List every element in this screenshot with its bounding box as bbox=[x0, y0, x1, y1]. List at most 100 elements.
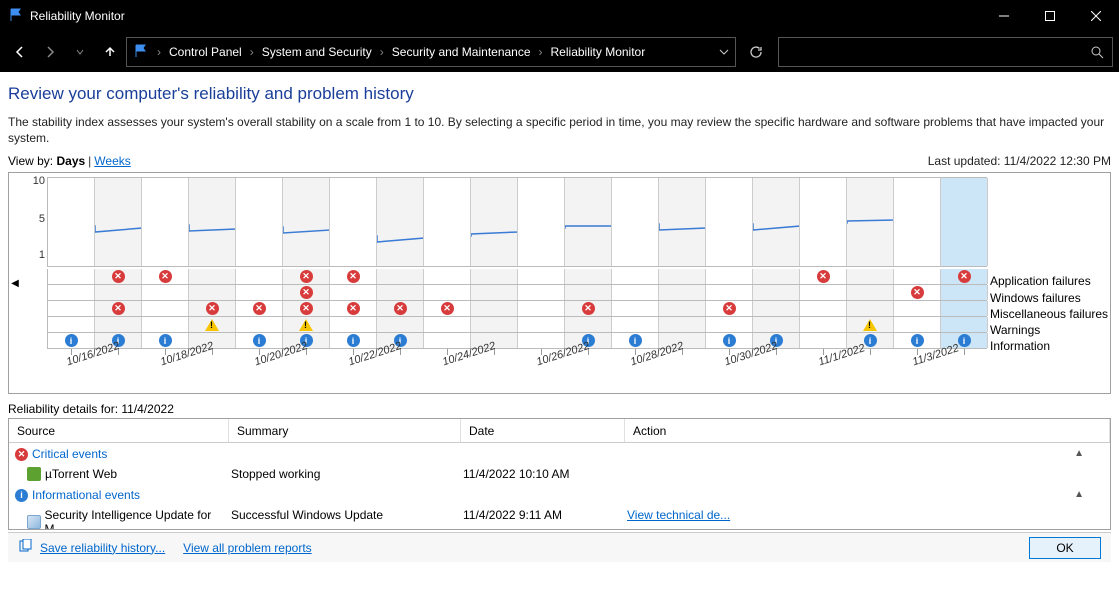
address-bar[interactable]: › Control Panel › System and Security › … bbox=[126, 37, 736, 67]
event-cell[interactable] bbox=[565, 317, 612, 332]
event-cell[interactable] bbox=[424, 269, 471, 284]
scroll-left-button[interactable]: ◀ bbox=[9, 173, 21, 393]
chart-column[interactable] bbox=[659, 178, 706, 266]
event-cell[interactable] bbox=[612, 269, 659, 284]
event-cell[interactable] bbox=[283, 317, 330, 332]
up-button[interactable] bbox=[96, 38, 124, 66]
event-cell[interactable]: i bbox=[894, 333, 941, 348]
chart-column[interactable] bbox=[471, 178, 518, 266]
event-cell[interactable]: ✕ bbox=[941, 269, 988, 284]
chart-column[interactable] bbox=[424, 178, 471, 266]
event-cell[interactable] bbox=[565, 285, 612, 300]
chart-column[interactable] bbox=[800, 178, 847, 266]
event-cell[interactable] bbox=[706, 269, 753, 284]
chevron-right-icon[interactable]: › bbox=[537, 45, 545, 59]
chart-column[interactable] bbox=[753, 178, 800, 266]
event-cell[interactable]: ✕ bbox=[330, 269, 377, 284]
event-cell[interactable] bbox=[377, 285, 424, 300]
event-cell[interactable] bbox=[659, 285, 706, 300]
event-cell[interactable]: ✕ bbox=[424, 301, 471, 316]
event-cell[interactable] bbox=[95, 285, 142, 300]
event-cell[interactable]: ✕ bbox=[283, 285, 330, 300]
recent-dropdown[interactable] bbox=[66, 38, 94, 66]
event-cell[interactable]: i bbox=[142, 333, 189, 348]
event-cell[interactable] bbox=[565, 269, 612, 284]
event-cell[interactable] bbox=[753, 269, 800, 284]
event-cell[interactable] bbox=[941, 285, 988, 300]
event-cell[interactable] bbox=[800, 317, 847, 332]
event-cell[interactable] bbox=[471, 301, 518, 316]
event-cell[interactable] bbox=[142, 285, 189, 300]
event-cell[interactable] bbox=[189, 285, 236, 300]
close-button[interactable] bbox=[1073, 0, 1119, 32]
event-cell[interactable] bbox=[48, 317, 95, 332]
chart-column[interactable] bbox=[894, 178, 941, 266]
event-cell[interactable] bbox=[424, 333, 471, 348]
chart-column[interactable] bbox=[95, 178, 142, 266]
event-cell[interactable] bbox=[471, 317, 518, 332]
chart-column[interactable] bbox=[612, 178, 659, 266]
event-cell[interactable] bbox=[330, 317, 377, 332]
event-cell[interactable] bbox=[847, 285, 894, 300]
chart-column[interactable] bbox=[283, 178, 330, 266]
event-cell[interactable] bbox=[612, 317, 659, 332]
event-cell[interactable]: i bbox=[330, 333, 377, 348]
event-cell[interactable] bbox=[753, 317, 800, 332]
refresh-button[interactable] bbox=[742, 38, 770, 66]
event-cell[interactable] bbox=[142, 317, 189, 332]
chart-column[interactable] bbox=[518, 178, 565, 266]
event-cell[interactable] bbox=[800, 301, 847, 316]
collapse-icon[interactable]: ▲ bbox=[1074, 489, 1084, 500]
event-cell[interactable]: i bbox=[706, 333, 753, 348]
back-button[interactable] bbox=[6, 38, 34, 66]
event-cell[interactable] bbox=[894, 317, 941, 332]
chart-column[interactable] bbox=[48, 178, 95, 266]
chevron-right-icon[interactable]: › bbox=[155, 45, 163, 59]
chevron-down-icon[interactable] bbox=[719, 47, 729, 57]
chart-column[interactable] bbox=[236, 178, 283, 266]
event-cell[interactable]: ✕ bbox=[283, 269, 330, 284]
event-cell[interactable] bbox=[518, 269, 565, 284]
event-cell[interactable] bbox=[706, 317, 753, 332]
event-cell[interactable] bbox=[847, 301, 894, 316]
event-cell[interactable] bbox=[236, 269, 283, 284]
chart-column[interactable] bbox=[377, 178, 424, 266]
chevron-right-icon[interactable]: › bbox=[378, 45, 386, 59]
col-source[interactable]: Source bbox=[9, 419, 229, 442]
chart-column[interactable] bbox=[565, 178, 612, 266]
chart-column[interactable] bbox=[330, 178, 377, 266]
event-cell[interactable]: ✕ bbox=[236, 301, 283, 316]
event-cell[interactable] bbox=[95, 317, 142, 332]
event-cell[interactable] bbox=[236, 317, 283, 332]
breadcrumb[interactable]: System and Security bbox=[258, 43, 376, 61]
view-all-reports-link[interactable]: View all problem reports bbox=[183, 541, 312, 555]
viewby-days[interactable]: Days bbox=[56, 154, 85, 168]
group-row[interactable]: ✕Critical events▲ bbox=[9, 443, 1110, 464]
table-row[interactable]: Security Intelligence Update for M...Suc… bbox=[9, 505, 1110, 529]
event-cell[interactable] bbox=[142, 301, 189, 316]
breadcrumb[interactable]: Reliability Monitor bbox=[547, 43, 650, 61]
breadcrumb[interactable]: Security and Maintenance bbox=[388, 43, 535, 61]
event-cell[interactable]: ✕ bbox=[283, 301, 330, 316]
save-history-link[interactable]: Save reliability history... bbox=[40, 541, 165, 555]
event-cell[interactable]: ✕ bbox=[706, 301, 753, 316]
event-cell[interactable] bbox=[612, 301, 659, 316]
breadcrumb[interactable]: Control Panel bbox=[165, 43, 246, 61]
event-cell[interactable] bbox=[894, 269, 941, 284]
event-cell[interactable] bbox=[189, 317, 236, 332]
event-cell[interactable]: ✕ bbox=[894, 285, 941, 300]
event-cell[interactable]: i bbox=[612, 333, 659, 348]
event-cell[interactable]: ✕ bbox=[189, 301, 236, 316]
collapse-icon[interactable]: ▲ bbox=[1074, 448, 1084, 459]
event-cell[interactable] bbox=[847, 269, 894, 284]
chart-column[interactable] bbox=[706, 178, 753, 266]
chart-column[interactable] bbox=[847, 178, 894, 266]
event-cell[interactable] bbox=[424, 285, 471, 300]
table-body[interactable]: ✕Critical events▲µTorrent WebStopped wor… bbox=[9, 443, 1110, 529]
event-cell[interactable] bbox=[471, 285, 518, 300]
chart-column[interactable] bbox=[941, 178, 988, 266]
table-row[interactable]: µTorrent WebStopped working11/4/2022 10:… bbox=[9, 464, 1110, 484]
event-cell[interactable]: i bbox=[236, 333, 283, 348]
event-cell[interactable] bbox=[941, 301, 988, 316]
action-link[interactable]: View technical de... bbox=[627, 508, 730, 522]
